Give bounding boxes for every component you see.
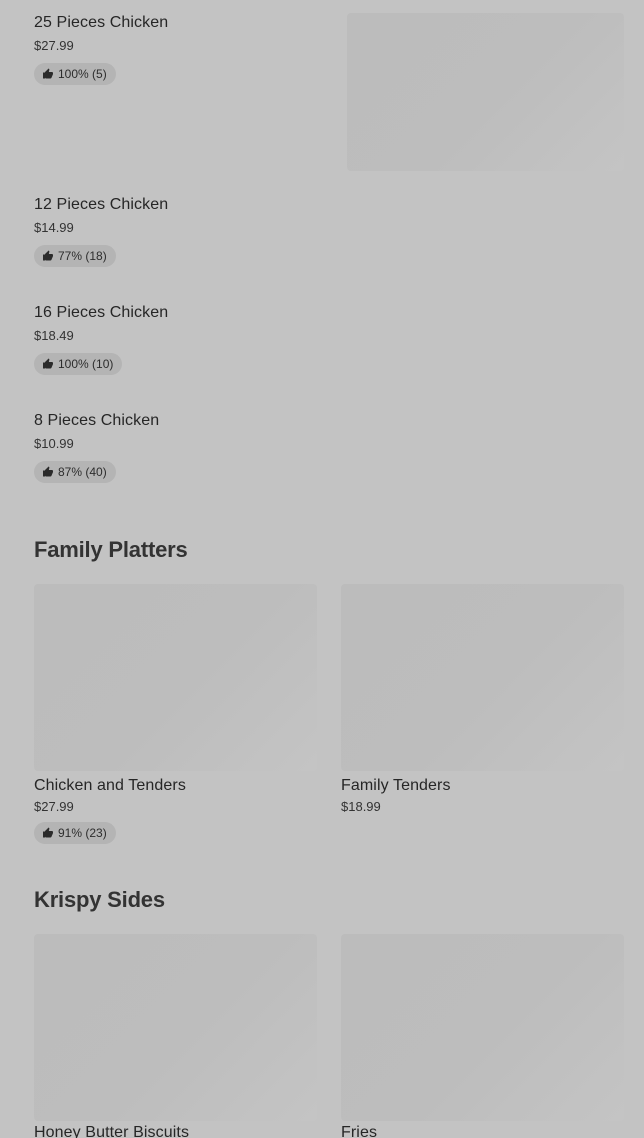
item-image-placeholder[interactable] xyxy=(341,934,624,1121)
item-price: $14.99 xyxy=(34,220,74,235)
item-name: 8 Pieces Chicken xyxy=(34,412,160,429)
item-price: $27.99 xyxy=(34,38,74,53)
item-price: $18.49 xyxy=(34,328,74,343)
menu-card-honey-butter-biscuits[interactable]: Honey Butter Biscuits xyxy=(34,1123,317,1138)
rating-badge: 100% (10) xyxy=(34,353,123,375)
thumbs-up-icon xyxy=(43,466,53,477)
menu-card-fries[interactable]: Fries xyxy=(341,1123,624,1138)
menu-page: 25 Pieces Chicken $27.99 100% (5) 12 Pie… xyxy=(0,0,644,1138)
menu-item-8-pieces[interactable]: 8 Pieces Chicken $10.99 87% (40) xyxy=(34,411,334,483)
item-price: $10.99 xyxy=(34,436,74,451)
rating-text: 91% (23) xyxy=(58,826,107,840)
item-image-placeholder[interactable] xyxy=(34,934,317,1121)
rating-badge: 100% (5) xyxy=(34,63,116,85)
item-name: 25 Pieces Chicken xyxy=(34,14,169,31)
menu-card-family-tenders[interactable]: Family Tenders $18.99 xyxy=(341,776,624,815)
rating-text: 100% (10) xyxy=(58,357,114,371)
item-name: Family Tenders xyxy=(341,777,451,794)
item-image-placeholder[interactable] xyxy=(341,584,624,771)
thumbs-up-icon xyxy=(43,827,53,838)
item-name: Fries xyxy=(341,1124,378,1138)
item-name: Honey Butter Biscuits xyxy=(34,1124,190,1138)
section-title-krispy-sides: Krispy Sides xyxy=(34,887,165,912)
item-price: $27.99 xyxy=(34,799,74,814)
item-image-placeholder[interactable] xyxy=(347,13,624,171)
menu-card-chicken-and-tenders[interactable]: Chicken and Tenders $27.99 91% (23) xyxy=(34,776,317,844)
rating-badge: 87% (40) xyxy=(34,461,116,483)
section-title-family-platters: Family Platters xyxy=(34,537,188,562)
thumbs-up-icon xyxy=(43,358,53,369)
item-image-placeholder[interactable] xyxy=(34,584,317,771)
item-name: Chicken and Tenders xyxy=(34,777,186,794)
menu-item-12-pieces[interactable]: 12 Pieces Chicken $14.99 77% (18) xyxy=(34,195,334,267)
rating-badge: 77% (18) xyxy=(34,245,116,267)
rating-badge: 91% (23) xyxy=(34,822,116,844)
item-name: 16 Pieces Chicken xyxy=(34,304,169,321)
item-name: 12 Pieces Chicken xyxy=(34,196,169,213)
item-price: $18.99 xyxy=(341,799,381,814)
rating-text: 87% (40) xyxy=(58,465,107,479)
menu-item-25-pieces[interactable]: 25 Pieces Chicken $27.99 100% (5) xyxy=(34,13,334,85)
thumbs-up-icon xyxy=(43,68,53,79)
menu-item-16-pieces[interactable]: 16 Pieces Chicken $18.49 100% (10) xyxy=(34,303,334,375)
thumbs-up-icon xyxy=(43,250,53,261)
rating-text: 100% (5) xyxy=(58,67,107,81)
rating-text: 77% (18) xyxy=(58,249,107,263)
